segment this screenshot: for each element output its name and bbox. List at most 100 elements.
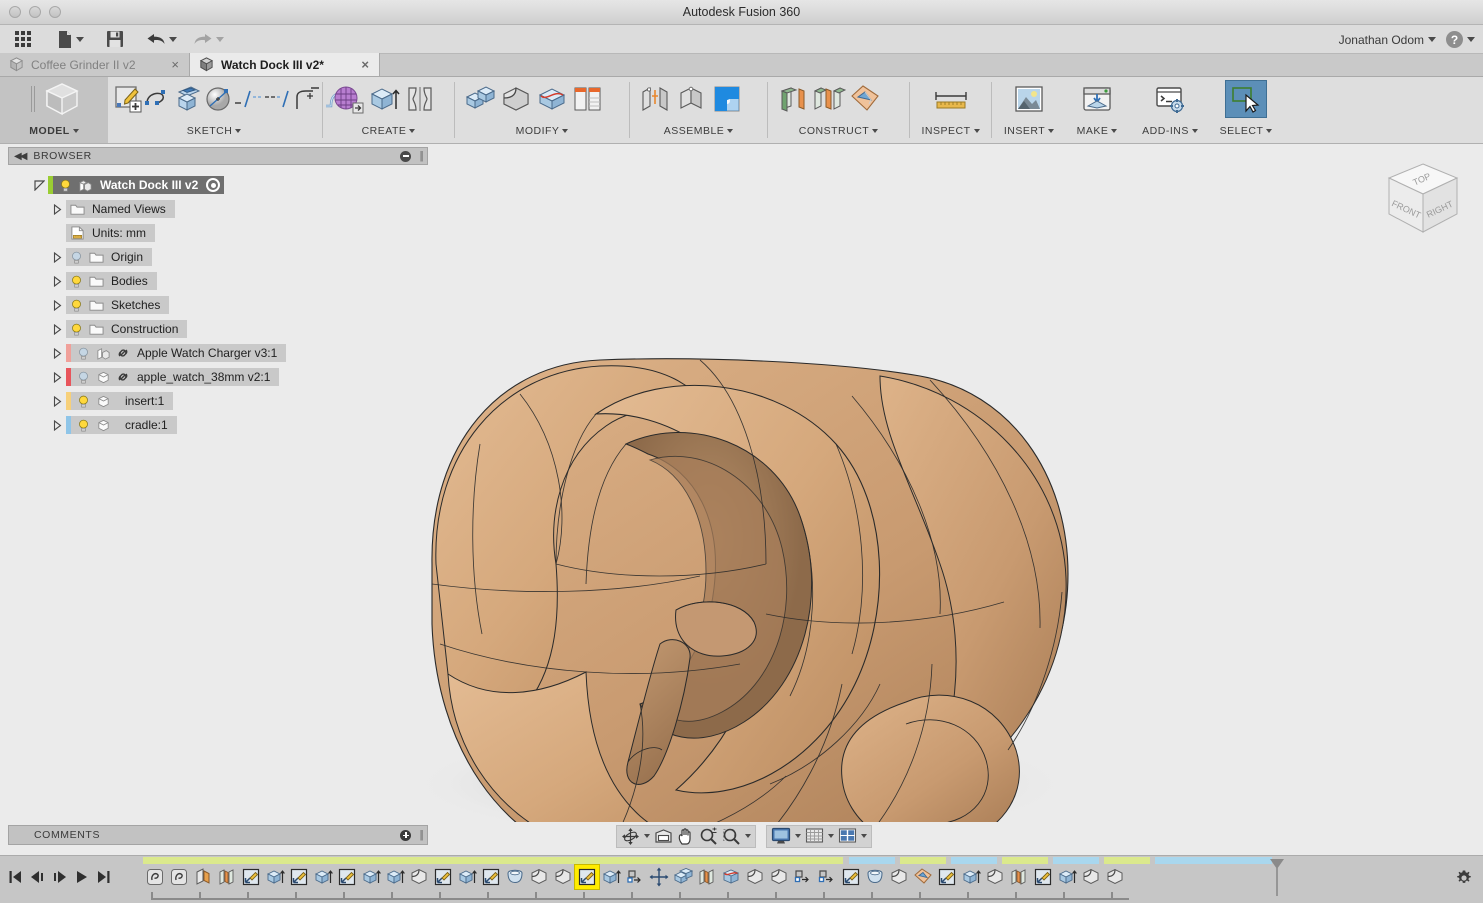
tree-node-origin[interactable]: Origin <box>8 245 428 269</box>
go-to-end-button[interactable] <box>94 866 112 888</box>
timeline-feature-shell-feature[interactable] <box>503 865 527 889</box>
3d-print-button[interactable] <box>1073 79 1121 119</box>
close-tab-icon[interactable]: × <box>361 57 369 72</box>
timeline-feature-fillet-feature[interactable] <box>767 865 791 889</box>
scripts-and-addins-button[interactable] <box>1146 79 1194 119</box>
tree-node-body[interactable]: cradle:1 <box>66 416 177 434</box>
timeline-feature-sketch-feature[interactable] <box>143 865 167 889</box>
panel-label-inspect[interactable]: INSPECT <box>921 125 970 137</box>
activate-component-radio[interactable] <box>206 178 221 192</box>
tree-node-body[interactable]: apple_watch_38mm v2:1 <box>66 368 280 386</box>
new-component-button[interactable] <box>637 79 673 119</box>
tree-node-apple-watch-charger[interactable]: Apple Watch Charger v3:1 <box>8 341 428 365</box>
panel-label-insert[interactable]: INSERT <box>1004 125 1045 137</box>
timeline-feature-extrude-feature[interactable] <box>455 865 479 889</box>
chevron-right-icon[interactable] <box>48 347 66 359</box>
chevron-down-icon[interactable] <box>861 834 867 838</box>
timeline-feature-fillet-feature[interactable] <box>1103 865 1127 889</box>
pan-tool-button[interactable] <box>675 826 697 847</box>
tree-node-body[interactable]: Sketches <box>66 296 170 314</box>
chevron-right-icon[interactable] <box>48 323 66 335</box>
timeline-feature-sketch-feature[interactable] <box>1031 865 1055 889</box>
chevron-right-icon[interactable] <box>48 371 66 383</box>
tree-node-construction[interactable]: Construction <box>8 317 428 341</box>
sphere-tool-button[interactable] <box>203 79 233 119</box>
document-tab-coffee-grinder[interactable]: Coffee Grinder II v2 × <box>0 53 190 76</box>
orbit-tool-button[interactable] <box>619 826 642 847</box>
panel-label-construct[interactable]: CONSTRUCT <box>799 125 869 137</box>
tree-node-sketches[interactable]: Sketches <box>8 293 428 317</box>
timeline-feature-plane-feature[interactable] <box>191 865 215 889</box>
timeline-feature-sketch-feature[interactable] <box>574 864 600 890</box>
timeline-feature-extrude-feature[interactable] <box>263 865 287 889</box>
panel-label-modify[interactable]: MODIFY <box>516 125 560 137</box>
timeline-feature-sketch-feature[interactable] <box>479 865 503 889</box>
timeline-feature-joint-origin-feature[interactable] <box>623 865 647 889</box>
timeline-feature-fillet-feature[interactable] <box>407 865 431 889</box>
timeline-feature-extrude-feature[interactable] <box>359 865 383 889</box>
change-parameters-button[interactable] <box>570 79 606 119</box>
light-bulb-off-icon[interactable] <box>69 250 84 265</box>
view-cube[interactable]: TOP FRONT RIGHT <box>1373 156 1473 252</box>
display-settings-button[interactable] <box>769 826 793 847</box>
timeline-feature-extrude-feature[interactable] <box>383 865 407 889</box>
chevron-right-icon[interactable] <box>48 395 66 407</box>
panel-label-assemble[interactable]: ASSEMBLE <box>664 125 725 137</box>
panel-label-create[interactable]: CREATE <box>362 125 407 137</box>
viewports-layout-button[interactable] <box>836 826 859 847</box>
light-bulb-icon[interactable] <box>69 298 84 313</box>
split-face-button[interactable] <box>534 79 570 119</box>
spline-tool-button[interactable] <box>143 79 173 119</box>
zoom-tool-button[interactable] <box>697 826 720 847</box>
timeline-feature-sketch-feature[interactable] <box>431 865 455 889</box>
tree-node-bodies[interactable]: Bodies <box>8 269 428 293</box>
timeline-feature-sketch-feature[interactable] <box>935 865 959 889</box>
tree-node-insert[interactable]: insert:1 <box>8 389 428 413</box>
timeline-feature-midplane-feature[interactable] <box>1007 865 1031 889</box>
chevron-right-icon[interactable] <box>48 419 66 431</box>
step-forward-button[interactable] <box>50 866 68 888</box>
timeline-feature-combine-feature[interactable] <box>671 865 695 889</box>
panel-label-select[interactable]: SELECT <box>1220 125 1264 137</box>
timeline-feature-rigid-group-feature[interactable] <box>791 865 815 889</box>
timeline-feature-extrude-feature[interactable] <box>959 865 983 889</box>
undo-button[interactable] <box>142 27 181 51</box>
tree-node-apple-watch-38mm[interactable]: apple_watch_38mm v2:1 <box>8 365 428 389</box>
workspace-selector[interactable]: MODEL <box>0 77 108 143</box>
tree-node-units[interactable]: Units: mm <box>8 221 428 245</box>
timeline-end-marker[interactable] <box>1269 858 1285 898</box>
create-form-button[interactable] <box>173 79 203 119</box>
document-tab-watch-dock[interactable]: Watch Dock III v2* × <box>190 53 380 76</box>
play-button[interactable] <box>72 866 90 888</box>
tree-node-body[interactable]: Origin <box>66 248 153 266</box>
plane-through-3-points-button[interactable] <box>847 79 883 119</box>
timeline-feature-midplane-feature[interactable] <box>695 865 719 889</box>
tree-node-cradle[interactable]: cradle:1 <box>8 413 428 437</box>
light-bulb-off-icon[interactable] <box>76 346 91 361</box>
tree-root-body[interactable]: Watch Dock III v2 <box>48 176 225 194</box>
panel-label-addins[interactable]: ADD-INS <box>1142 125 1189 137</box>
comments-panel[interactable]: COMMENTS ||| <box>8 825 428 845</box>
collapse-browser-icon[interactable]: ◀◀ <box>14 151 27 162</box>
insert-canvas-button[interactable] <box>1005 79 1053 119</box>
chevron-down-icon[interactable] <box>644 834 650 838</box>
show-data-panel-button[interactable] <box>10 27 37 51</box>
tree-node-body[interactable]: Construction <box>66 320 188 338</box>
go-to-beginning-button[interactable] <box>6 866 24 888</box>
chevron-right-icon[interactable] <box>48 299 66 311</box>
save-button[interactable] <box>102 27 128 51</box>
redo-button[interactable] <box>189 27 228 51</box>
resize-handle[interactable]: ||| <box>419 150 423 162</box>
create-mesh-button[interactable] <box>330 79 366 119</box>
minimize-browser-icon[interactable] <box>400 150 412 162</box>
resize-handle[interactable]: ||| <box>419 829 423 841</box>
chevron-down-icon[interactable] <box>828 834 834 838</box>
grid-and-snaps-button[interactable] <box>803 826 826 847</box>
tree-node-body[interactable]: Apple Watch Charger v3:1 <box>66 344 287 362</box>
timeline-feature-fillet-feature[interactable] <box>887 865 911 889</box>
press-pull-button[interactable] <box>462 79 498 119</box>
timeline-feature-shell-feature[interactable] <box>863 865 887 889</box>
light-bulb-icon[interactable] <box>58 178 73 193</box>
chevron-right-icon[interactable] <box>48 203 66 215</box>
user-name-menu[interactable]: Jonathan Odom <box>1339 33 1424 47</box>
